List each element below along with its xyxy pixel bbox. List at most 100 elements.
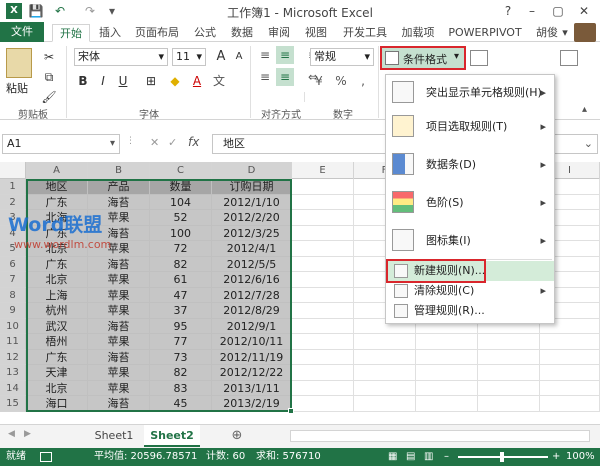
tab-powerpivot[interactable]: POWERPIVOT	[446, 24, 524, 42]
empty-cell[interactable]	[292, 396, 354, 412]
minimize-button[interactable]: –	[520, 2, 544, 20]
empty-cell[interactable]	[478, 380, 540, 396]
tab-formulas[interactable]: 公式	[188, 24, 222, 42]
paste-label[interactable]: 粘贴	[6, 80, 28, 96]
zoom-level[interactable]: 100%	[566, 448, 595, 466]
align-top-icon[interactable]: ≡	[256, 46, 274, 64]
row-header[interactable]: 1	[0, 179, 26, 195]
number-format-combo[interactable]: 常规 ▾	[310, 48, 374, 66]
add-sheet-icon[interactable]: ⊕	[226, 425, 248, 447]
empty-cell[interactable]	[416, 334, 478, 350]
zoom-slider-thumb[interactable]	[500, 452, 504, 462]
empty-cell[interactable]	[354, 396, 416, 412]
empty-cell[interactable]	[292, 365, 354, 381]
empty-cell[interactable]	[416, 349, 478, 365]
empty-cell[interactable]	[292, 194, 354, 210]
empty-cell[interactable]	[292, 287, 354, 303]
tab-view[interactable]: 视图	[300, 24, 332, 42]
column-header[interactable]: A	[26, 162, 88, 179]
comma-icon[interactable]: ,	[354, 72, 372, 90]
tab-addins[interactable]: 加载项	[396, 24, 440, 42]
page-layout-view-icon[interactable]: ▤	[406, 448, 415, 466]
tab-insert[interactable]: 插入	[92, 24, 128, 42]
empty-cell[interactable]	[354, 334, 416, 350]
empty-cell[interactable]	[540, 334, 600, 350]
tab-home[interactable]: 开始	[52, 24, 90, 42]
empty-cell[interactable]	[292, 256, 354, 272]
empty-cell[interactable]	[416, 396, 478, 412]
name-box[interactable]: A1 ▾	[2, 134, 120, 154]
empty-cell[interactable]	[540, 349, 600, 365]
borders-icon[interactable]: ⊞	[142, 72, 160, 90]
row-header[interactable]: 2	[0, 194, 26, 210]
empty-cell[interactable]	[292, 272, 354, 288]
row-header[interactable]: 15	[0, 396, 26, 412]
empty-cell[interactable]	[416, 365, 478, 381]
sheet-tab-active[interactable]: Sheet2	[144, 425, 200, 447]
empty-cell[interactable]	[292, 318, 354, 334]
fill-color-icon[interactable]: ◆	[166, 72, 184, 90]
empty-cell[interactable]	[416, 380, 478, 396]
underline-button[interactable]: U	[114, 72, 132, 90]
column-header[interactable]: B	[88, 162, 150, 179]
user-name[interactable]: 胡俊	[532, 24, 562, 42]
empty-cell[interactable]	[292, 210, 354, 226]
format-painter-icon[interactable]: 🖌	[40, 88, 58, 106]
zoom-in-button[interactable]: +	[552, 448, 560, 466]
menu-item-data-bars[interactable]: 数据条(D) ▸	[386, 149, 554, 181]
menu-item-color-scales[interactable]: 色阶(S) ▸	[386, 187, 554, 219]
cancel-icon[interactable]: ✕	[150, 136, 159, 149]
menu-item-clear-rules[interactable]: 清除规则(C) ▸	[386, 281, 554, 301]
tab-file[interactable]: 文件	[0, 22, 44, 42]
row-header[interactable]: 13	[0, 365, 26, 381]
chevron-down-icon[interactable]: ▾	[110, 135, 115, 153]
avatar[interactable]	[574, 23, 596, 42]
row-header[interactable]: 7	[0, 272, 26, 288]
tab-page-layout[interactable]: 页面布局	[130, 24, 184, 42]
menu-item-manage-rules[interactable]: 管理规则(R)...	[386, 301, 554, 321]
empty-cell[interactable]	[478, 365, 540, 381]
sheet-nav-next-icon[interactable]: ▶	[24, 429, 31, 439]
percent-icon[interactable]: %	[332, 72, 350, 90]
formula-splitter-icon[interactable]: ⋮	[126, 136, 135, 146]
sheet-tab[interactable]: Sheet1	[86, 425, 142, 447]
column-header[interactable]: D	[212, 162, 292, 179]
empty-cell[interactable]	[292, 179, 354, 195]
menu-item-icon-sets[interactable]: 图标集(I) ▸	[386, 225, 554, 257]
row-header[interactable]: 14	[0, 380, 26, 396]
empty-cell[interactable]	[292, 225, 354, 241]
empty-cell[interactable]	[478, 349, 540, 365]
font-color-icon[interactable]: A	[188, 72, 206, 90]
font-size-combo[interactable]: 11 ▾	[172, 48, 206, 66]
normal-view-icon[interactable]: ▦	[388, 448, 397, 466]
row-header[interactable]: 6	[0, 256, 26, 272]
horizontal-scrollbar[interactable]	[290, 430, 590, 442]
sheet-nav-prev-icon[interactable]: ◀	[8, 429, 15, 439]
align-middle-icon[interactable]: ≡	[276, 46, 294, 64]
align-left-icon[interactable]: ≡	[256, 68, 274, 86]
empty-cell[interactable]	[292, 349, 354, 365]
empty-cell[interactable]	[540, 396, 600, 412]
user-dropdown-icon[interactable]: ▾	[560, 24, 570, 42]
copy-icon[interactable]: ⧉	[40, 68, 58, 86]
empty-cell[interactable]	[354, 380, 416, 396]
font-name-combo[interactable]: 宋体 ▾	[74, 48, 168, 66]
empty-cell[interactable]	[292, 380, 354, 396]
insert-function-icon[interactable]: fx	[188, 135, 199, 149]
page-break-view-icon[interactable]: ▥	[424, 448, 433, 466]
select-all-corner[interactable]	[0, 162, 26, 179]
bold-button[interactable]: B	[74, 72, 92, 90]
insert-cells-icon[interactable]	[470, 50, 488, 66]
close-button[interactable]: ✕	[572, 2, 596, 20]
tab-data[interactable]: 数据	[226, 24, 258, 42]
menu-item-highlight-rules[interactable]: 突出显示单元格规则(H) ▸	[386, 77, 554, 109]
tab-developer[interactable]: 开发工具	[338, 24, 392, 42]
row-header[interactable]: 12	[0, 349, 26, 365]
menu-item-top-bottom-rules[interactable]: 项目选取规则(T) ▸	[386, 111, 554, 143]
empty-cell[interactable]	[354, 349, 416, 365]
empty-cell[interactable]	[292, 334, 354, 350]
macro-record-icon[interactable]	[40, 452, 52, 462]
conditional-format-button[interactable]: 条件格式 ▾	[380, 46, 466, 70]
italic-button[interactable]: I	[94, 72, 112, 90]
find-select-icon[interactable]	[560, 50, 578, 66]
